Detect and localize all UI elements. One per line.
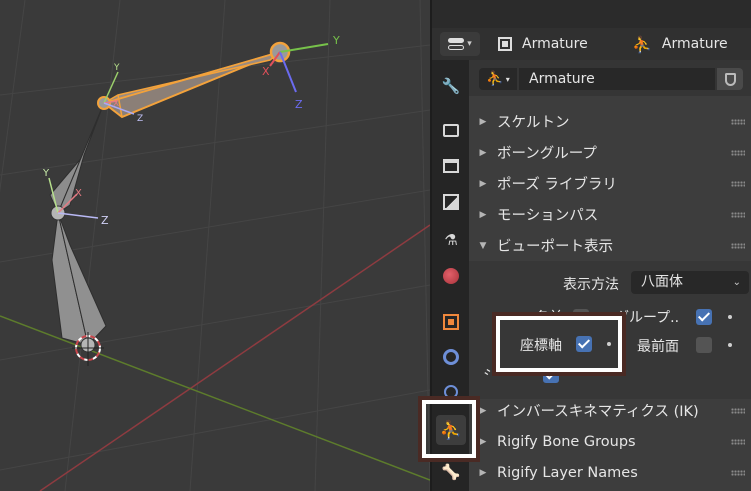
axis-label-z-tip: Z bbox=[295, 98, 303, 111]
tab-view-layer[interactable] bbox=[437, 188, 465, 216]
axis-label-z-upper: Z bbox=[137, 114, 143, 124]
properties-header: ▾ Armature ⛹ Armature bbox=[432, 28, 751, 60]
drag-handle[interactable] bbox=[731, 181, 745, 187]
axis-label-x-upper: X bbox=[113, 99, 119, 109]
panel-label: モーションパス bbox=[497, 208, 599, 224]
chevron-down-icon: ▾ bbox=[505, 74, 510, 84]
keyframe-dot[interactable] bbox=[728, 343, 732, 347]
chevron-down-icon: ▼ bbox=[479, 240, 487, 251]
armature-icon: ⛹ bbox=[632, 34, 652, 54]
drag-handle[interactable] bbox=[731, 212, 745, 218]
tab-object[interactable] bbox=[437, 308, 465, 336]
panel-label: ビューポート表示 bbox=[497, 239, 613, 255]
panel-skeleton[interactable]: ▶ スケルトン bbox=[469, 106, 751, 137]
editor-type-button[interactable]: ▾ bbox=[440, 32, 480, 56]
properties-editor: ▾ Armature ⛹ Armature 🔧 ⚗ ⛹ 🦴 ⛹ ▾ Armatu… bbox=[420, 0, 751, 491]
editor-type-icon bbox=[448, 38, 465, 50]
x-axis-line bbox=[39, 224, 430, 491]
drag-handle[interactable] bbox=[731, 243, 745, 249]
panel-label: ポーズ ライブラリ bbox=[497, 177, 617, 193]
bone-lower bbox=[51, 212, 107, 347]
armature-icon: ⛹ bbox=[486, 71, 504, 87]
axis-label-y-upper: Y bbox=[113, 63, 120, 73]
fake-user-button[interactable] bbox=[717, 68, 743, 90]
display-as-label: 表示方法 bbox=[563, 277, 619, 293]
modifier-icon bbox=[443, 349, 459, 365]
in-front-checkbox[interactable] bbox=[696, 337, 712, 353]
3d-viewport[interactable]: Y X Z Y X Z Y X Z bbox=[0, 0, 430, 491]
chevron-right-icon: ▶ bbox=[479, 116, 487, 127]
world-icon bbox=[443, 268, 459, 284]
panel-rigify-bone-groups[interactable]: ▶ Rigify Bone Groups bbox=[469, 426, 751, 457]
chevron-down-icon: ⌄ bbox=[732, 277, 741, 288]
shield-icon bbox=[724, 72, 736, 86]
panel-pose-library[interactable]: ▶ ポーズ ライブラリ bbox=[469, 168, 751, 199]
object-breadcrumb[interactable]: Armature bbox=[498, 32, 588, 56]
data-name-field[interactable]: Armature bbox=[519, 68, 715, 90]
object-props-icon bbox=[443, 314, 459, 330]
highlight-axes-option: 座標軸 bbox=[494, 314, 624, 374]
axis-label-x-middle: X bbox=[75, 188, 82, 199]
panel-label: Rigify Bone Groups bbox=[497, 433, 636, 450]
viewport-scene: Y X Z Y X Z Y X Z bbox=[0, 0, 430, 491]
data-type-dropdown[interactable]: ⛹ ▾ bbox=[479, 68, 517, 90]
scene-icon: ⚗ bbox=[444, 231, 458, 249]
data-block-selector: ⛹ ▾ Armature bbox=[469, 60, 751, 96]
object-icon bbox=[498, 37, 512, 51]
panel-label: インバースキネマティクス (IK) bbox=[497, 404, 699, 420]
editor-top-strip bbox=[432, 0, 751, 28]
properties-content: ⛹ ▾ Armature ▶ スケルトン ▶ ボーングループ ▶ ポーズ ライブラリ ▶… bbox=[469, 60, 751, 491]
axis-label-z-middle: Z bbox=[101, 214, 109, 227]
render-icon bbox=[443, 123, 459, 137]
view-layer-icon bbox=[443, 194, 459, 210]
axis-label-y-tip: Y bbox=[332, 34, 340, 47]
axes-checkbox[interactable] bbox=[576, 336, 592, 352]
tab-scene[interactable]: ⚗ bbox=[437, 226, 465, 254]
highlight-armature-tab bbox=[420, 398, 478, 460]
panel-label: スケルトン bbox=[497, 115, 570, 131]
drag-handle[interactable] bbox=[731, 119, 745, 125]
y-axis-line bbox=[0, 315, 430, 481]
drag-handle[interactable] bbox=[731, 150, 745, 156]
axis-label-x-tip: X bbox=[262, 65, 270, 78]
tab-render[interactable] bbox=[437, 116, 465, 144]
panel-bone-groups[interactable]: ▶ ボーングループ bbox=[469, 137, 751, 168]
chevron-down-icon: ▾ bbox=[467, 39, 472, 49]
output-icon bbox=[443, 159, 459, 173]
chevron-right-icon: ▶ bbox=[479, 209, 487, 220]
tab-output[interactable] bbox=[437, 152, 465, 180]
tool-icon: 🔧 bbox=[441, 77, 461, 95]
tab-bone[interactable]: 🦴 bbox=[437, 458, 465, 486]
drag-handle[interactable] bbox=[731, 470, 745, 476]
drag-handle[interactable] bbox=[731, 408, 745, 414]
chevron-right-icon: ▶ bbox=[479, 467, 487, 478]
group-colors-label: グループ.. bbox=[615, 310, 680, 326]
display-as-select[interactable]: 八面体 ⌄ bbox=[631, 271, 749, 294]
keyframe-dot[interactable] bbox=[607, 342, 611, 346]
drag-handle[interactable] bbox=[731, 439, 745, 445]
axes-label: 座標軸 bbox=[520, 338, 562, 354]
in-front-label: 最前面 bbox=[637, 339, 679, 355]
chevron-right-icon: ▶ bbox=[479, 147, 487, 158]
panel-rigify-layer-names[interactable]: ▶ Rigify Layer Names bbox=[469, 457, 751, 488]
tab-tool[interactable]: 🔧 bbox=[437, 72, 465, 100]
tab-world[interactable] bbox=[437, 262, 465, 290]
group-colors-checkbox[interactable] bbox=[696, 309, 712, 325]
panel-viewport-display[interactable]: ▼ ビューポート表示 bbox=[469, 230, 751, 261]
object-name: Armature bbox=[522, 36, 588, 52]
panel-inverse-kinematics[interactable]: ▶ インバースキネマティクス (IK) bbox=[469, 395, 751, 426]
tab-modifiers[interactable] bbox=[437, 343, 465, 371]
chevron-right-icon: ▶ bbox=[479, 178, 487, 189]
panel-motion-paths[interactable]: ▶ モーションパス bbox=[469, 199, 751, 230]
keyframe-dot[interactable] bbox=[728, 315, 732, 319]
physics-icon bbox=[444, 385, 458, 399]
axis-label-y-middle: Y bbox=[42, 168, 50, 179]
panel-label: Rigify Layer Names bbox=[497, 464, 638, 481]
panel-label: ボーングループ bbox=[497, 146, 597, 162]
data-name: Armature bbox=[661, 36, 728, 52]
display-as-value: 八面体 bbox=[641, 274, 683, 290]
data-breadcrumb[interactable]: ⛹ Armature bbox=[632, 32, 728, 56]
bone-upper-selected bbox=[101, 51, 281, 119]
bone-icon: 🦴 bbox=[441, 463, 461, 481]
